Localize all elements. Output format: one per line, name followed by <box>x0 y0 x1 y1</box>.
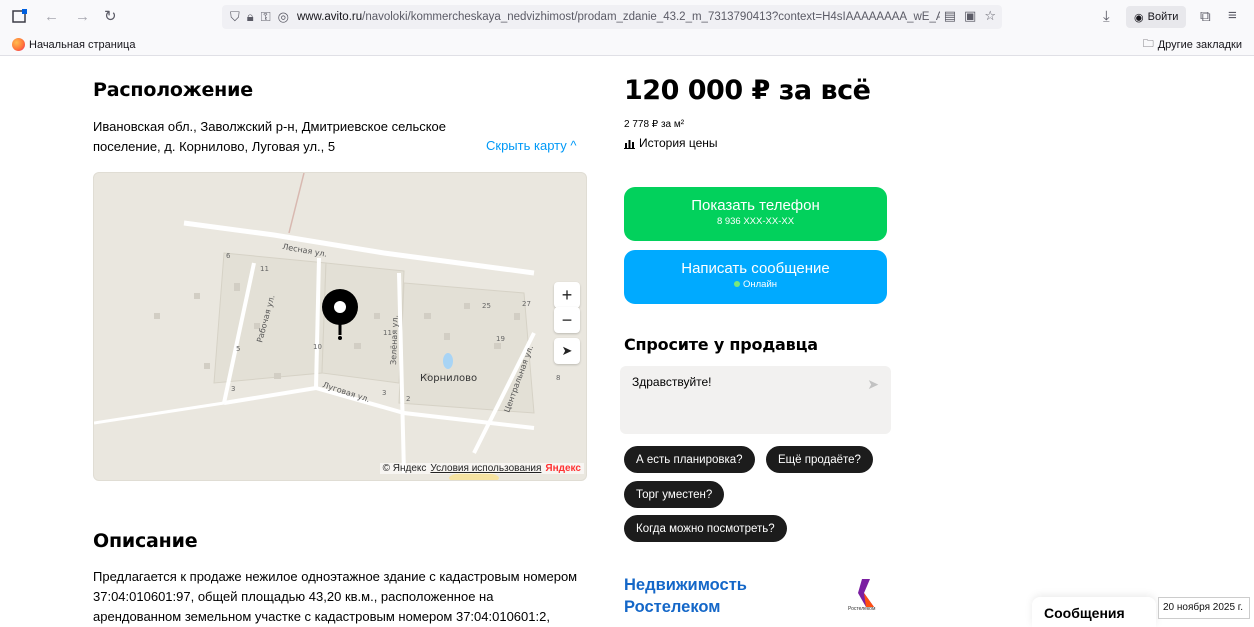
description-title: Описание <box>93 530 198 552</box>
write-message-label: Написать сообщение <box>681 260 830 277</box>
chart-icon <box>624 139 635 149</box>
quick-question-chip[interactable]: Когда можно посмотреть? <box>624 515 787 542</box>
ask-message-input[interactable]: Здравствуйте! ➤ <box>620 366 891 434</box>
listing-page: Расположение Ивановская обл., Заволжский… <box>0 57 1254 627</box>
price-history-link[interactable]: История цены <box>624 136 718 150</box>
tracking-icon[interactable]: ◎ <box>278 9 289 25</box>
map[interactable]: Лесная ул. Рабочая ул. Зелёная ул. Лугов… <box>93 172 587 481</box>
online-dot <box>733 281 740 288</box>
reader-icon[interactable]: ▤ <box>944 8 956 24</box>
account-icon: ◉ <box>1134 11 1144 24</box>
price-per-m2: 2 778 ₽ за м² <box>624 119 685 130</box>
shield-icon[interactable]: ⛉ <box>230 9 240 25</box>
house-number: 25 <box>482 302 491 310</box>
bookmark-star-icon[interactable]: ☆ <box>984 8 996 24</box>
quick-question-chip[interactable]: Ещё продаёте? <box>766 446 873 473</box>
show-phone-label: Показать телефон <box>691 197 820 214</box>
house-number: 10 <box>313 343 322 351</box>
quick-question-chip[interactable]: А есть планировка? <box>624 446 755 473</box>
map-copyright: © Яндекс <box>382 463 427 474</box>
permissions-icon[interactable]: ⚿ <box>261 9 271 25</box>
login-label: Войти <box>1147 11 1179 23</box>
promo-logo-label: Ростелеком <box>848 606 876 612</box>
menu-icon[interactable]: ≡ <box>1228 7 1237 24</box>
bookmark-home-label: Начальная страница <box>29 38 136 51</box>
house-number: 6 <box>226 252 231 260</box>
download-icon[interactable]: ⤓ <box>1103 8 1110 25</box>
house-number: 11 <box>383 329 392 337</box>
ask-seller-title: Спросите у продавца <box>624 335 818 354</box>
promo-title[interactable]: Недвижимость Ростелеком <box>624 574 824 618</box>
show-phone-button[interactable]: Показать телефон 8 936 XXX-XX-XX <box>624 187 887 241</box>
online-label: Онлайн <box>742 279 777 290</box>
write-message-button[interactable]: Написать сообщение Онлайн <box>624 250 887 304</box>
messages-panel[interactable]: Сообщения <box>1032 597 1156 627</box>
bookmarks-bar: Начальная страница 🗀︎ Другие закладки <box>0 34 1254 56</box>
screenshot-icon[interactable]: ▣ <box>964 8 976 24</box>
forward-icon[interactable]: → <box>75 8 90 25</box>
tab-icon[interactable] <box>12 8 28 24</box>
hide-map-link[interactable]: Скрыть карту ^ <box>486 138 576 153</box>
online-status: Онлайн <box>624 279 887 290</box>
house-number: 27 <box>522 300 531 308</box>
house-number: 11 <box>260 265 269 273</box>
house-number: 8 <box>556 374 560 382</box>
bookmark-home[interactable]: Начальная страница <box>12 38 135 51</box>
firefox-icon <box>12 38 25 51</box>
extensions-icon[interactable]: ⧉ <box>1200 8 1211 25</box>
back-icon[interactable]: ← <box>44 8 59 25</box>
map-canvas: Лесная ул. Рабочая ул. Зелёная ул. Лугов… <box>94 173 560 480</box>
ask-message-text: Здравствуйте! <box>632 375 712 389</box>
login-button[interactable]: ◉ Войти <box>1126 6 1187 28</box>
browser-toolbar: ← → ↻ ⛉ 🔒︎ ⚿ ◎ www.avito.ru/navoloki/kom… <box>0 0 1254 34</box>
date-tooltip: 20 ноября 2025 г. <box>1158 597 1250 619</box>
street-label: Зелёная ул. <box>389 315 400 365</box>
folder-icon: 🗀︎ <box>1142 38 1154 50</box>
map-attribution: © Яндекс Условия использования Яндекс <box>379 463 584 474</box>
house-number: 3 <box>231 385 235 393</box>
send-icon[interactable]: ➤ <box>867 376 879 393</box>
url-host: www.avito.ru <box>296 11 363 23</box>
zoom-out-button[interactable]: − <box>554 307 580 333</box>
house-number: 3 <box>382 389 386 397</box>
reload-icon[interactable]: ↻ <box>104 7 117 25</box>
yandex-logo[interactable]: Яндекс <box>545 463 581 474</box>
house-number: 2 <box>406 395 410 403</box>
map-terms-link[interactable]: Условия использования <box>430 463 541 474</box>
price: 120 000 ₽ за всё <box>624 75 871 106</box>
place-label: Корнилово <box>420 373 477 384</box>
bookmark-other-label: Другие закладки <box>1157 38 1242 51</box>
lock-icon[interactable]: 🔒︎ <box>247 9 254 25</box>
address-bar[interactable]: ⛉ 🔒︎ ⚿ ◎ www.avito.ru/navoloki/kommerche… <box>222 5 1002 29</box>
phone-masked: 8 936 XXX-XX-XX <box>716 216 795 227</box>
description-text: Предлагается к продаже нежилое одноэтажн… <box>93 569 578 624</box>
zoom-in-button[interactable]: + <box>554 282 580 308</box>
location-title: Расположение <box>93 79 253 101</box>
house-number: 5 <box>236 345 240 353</box>
address-text: Ивановская обл., Заволжский р-н, Дмитрие… <box>93 119 447 154</box>
bookmark-other[interactable]: 🗀︎ Другие закладки <box>1143 35 1242 54</box>
price-history-label: История цены <box>639 136 718 150</box>
quick-question-chip[interactable]: Торг уместен? <box>624 481 725 508</box>
house-number: 19 <box>496 335 505 343</box>
url-path: /navoloki/kommercheskaya_nedvizhimost/pr… <box>362 11 947 23</box>
locate-icon[interactable]: ➤ <box>554 338 580 364</box>
